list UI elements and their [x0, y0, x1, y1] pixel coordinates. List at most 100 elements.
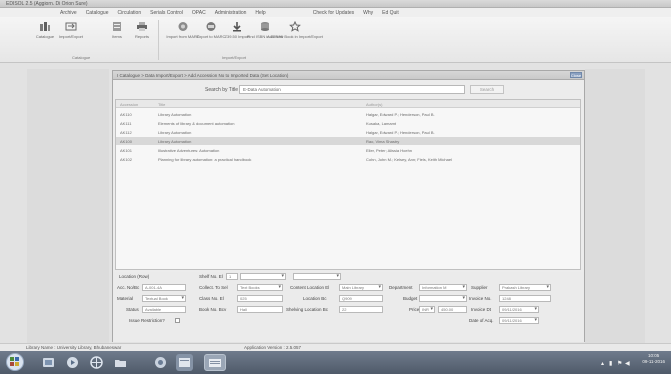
date-of-acq-label: Date of Acq. — [469, 318, 494, 323]
volume-icon[interactable]: ◀ — [625, 360, 630, 367]
item-detail-form: Location (Row) Shelf No. El 1 Acc. No/Bc… — [113, 272, 584, 342]
flag-icon[interactable]: ⚑ — [617, 360, 622, 367]
database-search-icon — [259, 21, 271, 32]
column-header-author[interactable]: Author(s) — [366, 102, 382, 107]
network-icon[interactable]: ▮ — [609, 360, 612, 367]
items-ribbon-button[interactable]: Items — [104, 21, 130, 51]
table-row[interactable]: AK112 Library Automation Halgar, Edward … — [116, 128, 580, 136]
app-window-icon[interactable] — [152, 354, 169, 371]
content-location-label: Content Location El — [290, 285, 330, 290]
folder-icon[interactable] — [112, 354, 129, 371]
status-input[interactable]: Available — [142, 306, 186, 313]
ribbon-separator — [158, 20, 159, 60]
download-arrow-icon — [231, 21, 243, 32]
active-window-button[interactable] — [204, 354, 226, 371]
menu-circulation[interactable]: Circulation — [117, 10, 141, 16]
start-button[interactable] — [6, 353, 24, 371]
menu-why[interactable]: Why — [363, 10, 373, 16]
budget-dropdown[interactable] — [419, 295, 467, 302]
library-name-status: Library Name : University Library, Bhuba… — [26, 345, 122, 350]
menu-quit[interactable]: Ed Quit — [382, 10, 399, 16]
table-row-selected[interactable]: AK100 Library Automation Rao, Vima Shast… — [116, 137, 580, 145]
department-label: Department — [389, 285, 413, 290]
accno-input[interactable]: A-001-4A — [142, 284, 186, 291]
catalogue-ribbon-button[interactable]: Catalogue — [32, 21, 58, 51]
collection-label: Collect. To Sel — [199, 285, 228, 290]
shelving-location-input[interactable]: 22 — [339, 306, 383, 313]
window-title: EDISOL 2.5 (Aggiorn. Di Orion Sure) — [6, 0, 88, 7]
book-no-input[interactable]: Hall — [237, 306, 283, 313]
search-button[interactable]: Search — [470, 85, 504, 94]
price-input[interactable]: 450.00 — [438, 306, 467, 313]
chevron-up-icon[interactable]: ▴ — [601, 360, 604, 367]
menu-help[interactable]: Help — [255, 10, 265, 16]
explorer-icon[interactable] — [40, 354, 57, 371]
search-label: Search by Title — [205, 87, 239, 93]
status-bar: Library Name : University Library, Bhuba… — [0, 343, 671, 351]
table-row[interactable]: AK102 Planning for library automation: a… — [116, 155, 580, 163]
shelf-dropdown-2[interactable] — [293, 273, 341, 280]
add-new-book-ribbon-button[interactable]: Add New Book in Import/Export — [267, 21, 323, 51]
class-input[interactable]: 025 — [237, 295, 283, 302]
menu-bar: Archive Catalogue Circulation Serials Co… — [0, 8, 671, 17]
invoice-date-picker[interactable]: 09/11/2016 — [499, 306, 539, 313]
workspace-right-panel — [585, 69, 645, 343]
ribbon-group-import-export: Import/Export — [222, 55, 247, 60]
browser-icon[interactable] — [88, 354, 105, 371]
content-location-dropdown[interactable]: Main Library — [339, 284, 383, 291]
menu-serials[interactable]: Serials Control — [150, 10, 183, 16]
menu-catalogue[interactable]: Catalogue — [86, 10, 109, 16]
price-currency-dropdown[interactable]: INR — [419, 306, 435, 313]
shelving-location-label: Shelving Location Bc — [286, 307, 329, 312]
budget-label: Budget — [403, 296, 418, 301]
menu-check-updates[interactable]: Check for Updates — [313, 10, 354, 16]
invoice-input[interactable]: 1248 — [499, 295, 551, 302]
menu-administration[interactable]: Administration — [215, 10, 247, 16]
export-marc-ribbon-button[interactable]: Export to MARC — [197, 21, 225, 51]
workspace-left-panel — [27, 69, 109, 343]
import-export-icon — [65, 21, 77, 32]
search-input[interactable]: E-Data Automation — [239, 85, 465, 94]
import-marc-ribbon-button[interactable]: Import from MARC — [166, 21, 200, 51]
grid-header: Accession Title Author(s) — [116, 100, 580, 108]
invoice-date-label: Invoice Dt — [471, 307, 492, 312]
accno-label: Acc. No/Bc — [117, 285, 140, 290]
department-dropdown[interactable]: Information M — [419, 284, 467, 291]
date-of-acq-picker[interactable]: 09/11/2016 — [499, 317, 539, 324]
price-label: Price — [409, 307, 420, 312]
supplier-dropdown[interactable]: Prakash Library — [499, 284, 551, 291]
column-header-accession[interactable]: Accession — [120, 102, 138, 107]
shelf-input[interactable]: 1 — [226, 273, 238, 280]
shelf-dropdown-1[interactable] — [240, 273, 286, 280]
taskbar: ▴ ▮ ⚑ ◀ 10:05 09-11-2016 — [0, 351, 671, 374]
printer-icon — [136, 21, 148, 32]
marc-import-icon — [177, 21, 189, 32]
library-app-icon[interactable] — [176, 354, 193, 371]
material-label: Material — [117, 296, 134, 301]
material-dropdown[interactable]: Textual Book — [142, 295, 186, 302]
import-export-ribbon-button[interactable]: Import/Export — [58, 21, 84, 51]
status-label: Status — [126, 307, 139, 312]
ribbon-group-catalogue: Catalogue — [72, 55, 91, 60]
reports-ribbon-button[interactable]: Reports — [129, 21, 155, 51]
table-row[interactable]: AK110 Library Automation Halgar, Edward … — [116, 110, 580, 118]
search-row: Search by Title E-Data Automation Search — [113, 84, 584, 96]
collection-dropdown[interactable]: Text Books — [237, 284, 283, 291]
issue-restriction-checkbox[interactable] — [175, 318, 180, 323]
invoice-label: Invoice No. — [469, 296, 492, 301]
table-row[interactable]: AK111 Elements of library & document aut… — [116, 119, 580, 127]
menu-archive[interactable]: Archive — [60, 10, 77, 16]
table-row[interactable]: AK101 Illustrative Adventures: Automatio… — [116, 146, 580, 154]
book-no-label: Book No. Bcv — [199, 307, 227, 312]
taskbar-clock[interactable]: 10:05 09-11-2016 — [642, 353, 665, 365]
window-title-bar: EDISOL 2.5 (Aggiorn. Di Orion Sure) — [0, 0, 671, 8]
app-version-status: Application Version : 2.5.057 — [244, 345, 302, 350]
column-header-title[interactable]: Title — [158, 102, 165, 107]
menu-opac[interactable]: OPAC — [192, 10, 206, 16]
location-bc-input[interactable]: Q909 — [339, 295, 383, 302]
location-label: Location (Row) — [119, 274, 150, 279]
media-player-icon[interactable] — [64, 354, 81, 371]
issue-restriction-label: Issue Restriction? — [129, 318, 165, 323]
ribbon-toolbar: Catalogue Import/Export Items Reports Im… — [0, 17, 671, 63]
close-button[interactable]: Close — [570, 72, 582, 78]
